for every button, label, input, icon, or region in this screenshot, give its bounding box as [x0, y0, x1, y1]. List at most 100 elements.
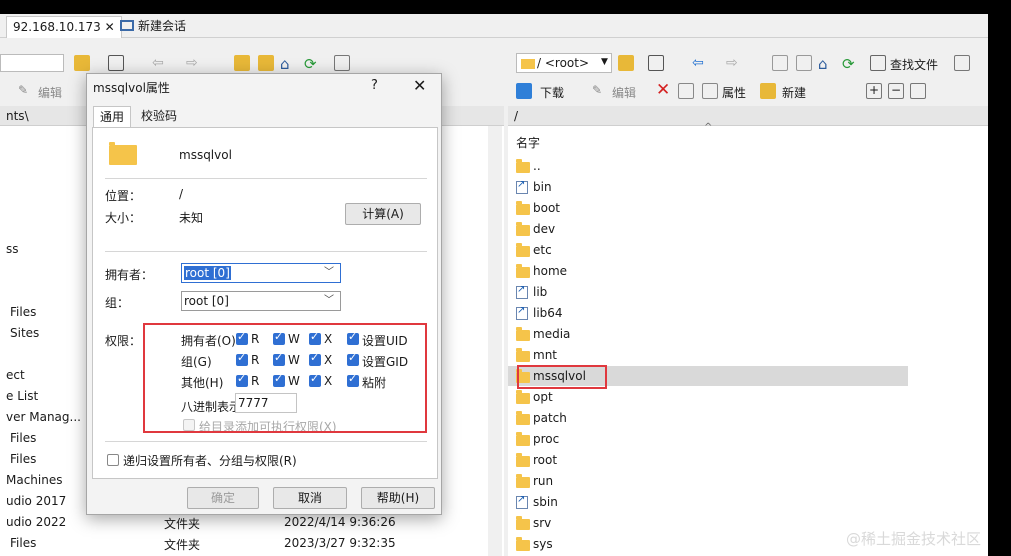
file-row[interactable]: home — [508, 261, 908, 281]
tab-general[interactable]: 通用 — [93, 106, 132, 128]
close-icon[interactable]: ✕ — [413, 76, 426, 95]
session-tab[interactable]: 92.168.10.173 ✕ — [6, 16, 122, 38]
properties-button[interactable]: 属性 — [722, 84, 746, 101]
chevron-down-icon: ▼ — [601, 57, 608, 67]
divider — [105, 251, 427, 252]
file-name: run — [533, 474, 554, 488]
rename-icon[interactable] — [678, 83, 694, 99]
file-name: root — [533, 453, 558, 467]
left-scrollbar[interactable] — [488, 126, 502, 556]
root-dir-icon[interactable] — [796, 55, 812, 71]
left-item[interactable]: ss — [6, 242, 19, 256]
left-item[interactable]: Sites — [10, 326, 39, 340]
help-button[interactable]: 帮助(H) — [361, 487, 435, 509]
left-item[interactable]: ver Manag... — [6, 410, 81, 424]
properties-icon[interactable] — [702, 83, 718, 99]
filter-select-icon[interactable] — [910, 83, 926, 99]
file-name: home — [533, 264, 568, 278]
owner-select[interactable]: root [0] ﹀ — [181, 263, 341, 283]
file-row[interactable]: root — [508, 450, 908, 470]
left-item[interactable]: Files — [10, 305, 36, 319]
file-row[interactable]: patch — [508, 408, 908, 428]
file-row[interactable]: boot — [508, 198, 908, 218]
minus-icon[interactable]: − — [888, 83, 904, 99]
left-item[interactable]: udio 2022 — [6, 515, 66, 529]
tree-icon[interactable] — [334, 55, 350, 71]
left-item[interactable]: ect — [6, 368, 25, 382]
new-session-tab[interactable]: 新建会话 — [114, 16, 192, 38]
ok-button[interactable]: 确定 — [187, 487, 259, 509]
home-icon[interactable]: ⌂ — [280, 55, 296, 73]
file-row[interactable]: bin — [508, 177, 908, 197]
group-select[interactable]: root [0] ﹀ — [181, 291, 341, 311]
new-session-label: 新建会话 — [138, 19, 187, 33]
file-type-cell: 文件夹 — [164, 517, 201, 531]
right-path-bar[interactable]: / — [508, 106, 988, 126]
file-name: boot — [533, 201, 561, 215]
file-row[interactable]: dev — [508, 219, 908, 239]
root-dir-icon[interactable] — [258, 55, 274, 71]
file-type-cell: 文件夹 — [164, 538, 201, 552]
help-icon[interactable]: ? — [371, 78, 378, 93]
find-files-button[interactable]: 查找文件 — [890, 56, 938, 73]
file-row[interactable]: media — [508, 324, 908, 344]
edit-icon[interactable]: ✎ — [18, 83, 34, 99]
file-row[interactable]: sbin — [508, 492, 908, 512]
file-name-value: mssqlvol — [179, 148, 232, 162]
parent-dir-icon[interactable] — [234, 55, 250, 71]
file-row[interactable]: mnt — [508, 345, 908, 365]
new-button[interactable]: 新建 — [782, 84, 806, 101]
file-row[interactable]: .. — [508, 156, 908, 176]
open-folder-icon[interactable] — [74, 55, 90, 71]
calculate-button[interactable]: 计算(A) — [345, 203, 421, 225]
find-files-icon[interactable] — [870, 55, 886, 71]
back-arrow-icon[interactable]: ⇦ — [692, 55, 708, 71]
left-item[interactable]: Files — [10, 536, 36, 550]
refresh-icon[interactable]: ⟳ — [842, 55, 858, 73]
home-icon[interactable]: ⌂ — [818, 55, 834, 73]
remote-location-select[interactable]: / <root> ▼ — [516, 53, 612, 73]
drive-select[interactable] — [0, 54, 64, 72]
filter-icon[interactable] — [108, 55, 124, 71]
recursive-checkbox[interactable] — [107, 454, 119, 466]
folder-icon — [516, 348, 530, 362]
download-icon[interactable] — [516, 83, 532, 99]
left-item[interactable]: udio 2017 — [6, 494, 66, 508]
left-edit-label[interactable]: 编辑 — [38, 84, 62, 101]
folder-icon — [516, 264, 530, 278]
download-button[interactable]: 下载 — [540, 84, 564, 101]
left-item[interactable]: Files — [10, 431, 36, 445]
plus-icon[interactable]: + — [866, 83, 882, 99]
left-item[interactable]: e List — [6, 389, 38, 403]
watermark: @稀土掘金技术社区 — [846, 530, 982, 548]
folder-icon — [109, 142, 137, 165]
folder-icon — [516, 201, 530, 215]
new-folder-icon[interactable] — [760, 83, 776, 99]
folder-icon — [516, 432, 530, 446]
edit-button[interactable]: 编辑 — [612, 84, 636, 101]
left-item[interactable]: Files — [10, 452, 36, 466]
file-row[interactable]: lib64 — [508, 303, 908, 323]
back-arrow-icon[interactable]: ⇦ — [152, 55, 168, 71]
refresh-icon[interactable]: ⟳ — [304, 55, 320, 73]
left-item[interactable]: Machines — [6, 473, 62, 487]
delete-icon[interactable]: ✕ — [656, 80, 670, 100]
file-row[interactable]: lib — [508, 282, 908, 302]
file-row[interactable]: run — [508, 471, 908, 491]
remote-file-pane[interactable]: 名字 ^ .. bin boot dev etc home lib lib64 media mnt… — [508, 122, 988, 556]
tab-checksum[interactable]: 校验码 — [135, 106, 183, 128]
edit-icon[interactable]: ✎ — [592, 83, 608, 99]
tree-icon[interactable] — [954, 55, 970, 71]
open-folder-icon[interactable] — [618, 55, 634, 71]
permissions-highlight-box — [143, 323, 427, 433]
forward-arrow-icon[interactable]: ⇨ — [186, 55, 202, 71]
file-row[interactable]: opt — [508, 387, 908, 407]
file-row[interactable]: proc — [508, 429, 908, 449]
name-column-header[interactable]: 名字 — [516, 134, 540, 151]
file-row[interactable]: etc — [508, 240, 908, 260]
cancel-button[interactable]: 取消 — [273, 487, 347, 509]
folder-icon — [516, 516, 530, 530]
filter-icon[interactable] — [648, 55, 664, 71]
parent-dir-icon[interactable] — [772, 55, 788, 71]
forward-arrow-icon[interactable]: ⇨ — [726, 55, 742, 71]
